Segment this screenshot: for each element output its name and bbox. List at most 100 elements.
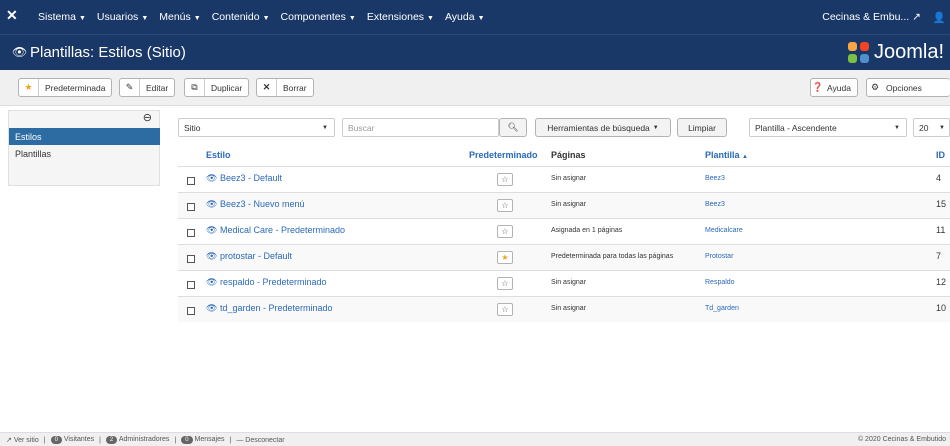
view-site-link[interactable]: ↗ Ver sitio xyxy=(6,436,39,444)
template-link[interactable]: Medicalcare xyxy=(705,227,743,234)
menu-label: Contenido xyxy=(211,11,260,23)
site-link[interactable]: Cecinas & Embu... ↗ xyxy=(822,11,921,24)
default-star-button[interactable]: ★ xyxy=(497,251,513,264)
duplicate-button[interactable]: ⧉ Duplicar xyxy=(184,78,250,97)
user-menu-icon[interactable]: 👤 xyxy=(933,11,946,24)
star-icon: ★ xyxy=(19,79,39,96)
search-placeholder: Buscar xyxy=(348,122,375,133)
column-header-style[interactable]: Estilo xyxy=(206,150,231,160)
messages-status[interactable]: 0 Mensajes xyxy=(181,436,225,444)
menu-sistema[interactable]: Sistema ▼ xyxy=(38,11,86,23)
column-header-id[interactable]: ID xyxy=(936,150,945,160)
template-link[interactable]: Beez3 xyxy=(705,175,725,182)
style-id: 15 xyxy=(936,199,947,209)
pages-assignment: Predeterminada para todas las páginas xyxy=(551,253,674,260)
admin-topbar: ✕ Sistema ▼ Usuarios ▼ Menús ▼ Contenido ▼ C… xyxy=(0,0,950,34)
minus-icon: — xyxy=(236,436,244,444)
table-row: 👁 respaldo - Predeterminado ☆ Sin asigna… xyxy=(178,270,950,296)
visitors-status[interactable]: 0 Visitantes xyxy=(50,436,95,444)
style-name: respaldo - Predeterminado xyxy=(219,277,327,287)
separator: | xyxy=(174,436,177,444)
menu-ayuda[interactable]: Ayuda ▼ xyxy=(445,11,485,23)
search-input[interactable]: Buscar xyxy=(342,118,499,137)
edit-button[interactable]: ✎ Editar xyxy=(119,78,176,97)
style-name: td_garden - Predeterminado xyxy=(219,303,333,313)
row-checkbox[interactable] xyxy=(187,229,195,237)
options-button[interactable]: ⚙ Opciones xyxy=(866,78,950,97)
menu-menus[interactable]: Menús ▼ xyxy=(159,11,200,23)
default-star-button[interactable]: ☆ xyxy=(497,225,513,238)
menu-componentes[interactable]: Componentes ▼ xyxy=(281,11,356,23)
search-button[interactable]: 🔍︎ xyxy=(499,118,527,137)
menu-usuarios[interactable]: Usuarios ▼ xyxy=(97,11,148,23)
caret-down-icon: ▼ xyxy=(427,15,434,22)
search-tools-button[interactable]: Herramientas de búsqueda ▼ xyxy=(535,118,671,137)
default-star-button[interactable]: ☆ xyxy=(497,277,513,290)
button-label: Herramientas de búsqueda xyxy=(547,122,650,133)
eye-icon: 👁 xyxy=(206,199,218,209)
style-name-link[interactable]: 👁 td_garden - Predeterminado xyxy=(206,303,333,314)
row-checkbox[interactable] xyxy=(187,177,195,185)
menu-contenido[interactable]: Contenido ▼ xyxy=(212,11,270,23)
ordering-select[interactable]: Plantilla - Ascendente ▼ xyxy=(749,118,907,137)
eye-icon: 👁 xyxy=(206,251,218,261)
sidebar-item-plantillas[interactable]: Plantillas xyxy=(15,149,51,159)
default-star-button[interactable]: ☆ xyxy=(497,199,513,212)
column-header-default[interactable]: Predeterminado xyxy=(469,150,538,160)
close-icon: ✕ xyxy=(257,79,277,96)
style-name: Medical Care - Predeterminado xyxy=(219,225,346,235)
template-link[interactable]: Respaldo xyxy=(705,279,735,286)
row-checkbox[interactable] xyxy=(187,307,195,315)
delete-button[interactable]: ✕ Borrar xyxy=(256,78,314,97)
row-checkbox[interactable] xyxy=(187,255,195,263)
caret-down-icon: ▼ xyxy=(141,15,149,22)
client-select[interactable]: Sitio ▼ xyxy=(178,118,335,137)
admins-badge: 2 xyxy=(105,436,118,444)
style-name-link[interactable]: 👁 Medical Care - Predeterminado xyxy=(206,225,345,236)
style-name-link[interactable]: 👁 protostar - Default xyxy=(206,251,292,262)
logout-link[interactable]: — Desconectar xyxy=(236,437,284,444)
main-menu: Sistema ▼ Usuarios ▼ Menús ▼ Contenido ▼ Com… xyxy=(38,11,485,23)
button-label: Predeterminada xyxy=(45,82,106,93)
style-name-link[interactable]: 👁 Beez3 - Default xyxy=(206,173,282,184)
pages-assignment: Sin asignar xyxy=(551,305,587,312)
visitors-label: Visitantes xyxy=(63,436,95,443)
view-site-label: Ver sitio xyxy=(13,437,39,444)
help-button[interactable]: ❓ Ayuda xyxy=(810,78,858,97)
default-star-button[interactable]: ☆ xyxy=(497,303,513,316)
pages-assignment: Sin asignar xyxy=(551,201,587,208)
sort-ascending-icon: ▲ xyxy=(742,154,748,160)
limit-value: 20 xyxy=(919,122,929,133)
collapse-sidebar-icon[interactable]: ⊖ xyxy=(143,111,152,124)
caret-down-icon: ▼ xyxy=(939,124,945,131)
template-link[interactable]: Beez3 xyxy=(705,201,725,208)
button-label: Ayuda xyxy=(827,82,851,93)
sidebar-item-estilos[interactable]: Estilos xyxy=(9,128,160,145)
column-header-template[interactable]: Plantilla ▲ xyxy=(705,150,748,160)
button-label: Opciones xyxy=(886,82,922,93)
style-name-link[interactable]: 👁 respaldo - Predeterminado xyxy=(206,277,327,288)
limit-select[interactable]: 20 ▼ xyxy=(913,118,950,137)
default-star-button[interactable]: ☆ xyxy=(497,173,513,186)
row-checkbox[interactable] xyxy=(187,281,195,289)
column-header-pages: Páginas xyxy=(551,150,586,160)
caret-down-icon: ▼ xyxy=(78,15,86,22)
separator: | xyxy=(229,436,232,444)
button-label: Duplicar xyxy=(211,82,243,93)
menu-extensiones[interactable]: Extensiones ▼ xyxy=(367,11,434,23)
template-link[interactable]: Protostar xyxy=(705,253,733,260)
joomla-x-icon[interactable]: ✕ xyxy=(6,8,20,22)
default-button[interactable]: ★ Predeterminada xyxy=(18,78,113,97)
style-name-link[interactable]: 👁 Beez3 - Nuevo menú xyxy=(206,199,305,210)
row-checkbox[interactable] xyxy=(187,203,195,211)
clear-button[interactable]: Limpiar xyxy=(677,118,727,137)
page-title: Plantillas: Estilos (Sitio) xyxy=(30,44,186,61)
caret-down-icon: ▼ xyxy=(348,15,356,22)
admins-status[interactable]: 2 Administradores xyxy=(105,436,169,444)
eye-icon: 👁 xyxy=(12,45,28,59)
menu-label: Ayuda xyxy=(444,11,475,23)
button-label: Editar xyxy=(146,82,169,93)
style-id: 12 xyxy=(936,277,947,287)
template-link[interactable]: Td_garden xyxy=(705,305,739,312)
ordering-value: Plantilla - Ascendente xyxy=(755,122,837,133)
